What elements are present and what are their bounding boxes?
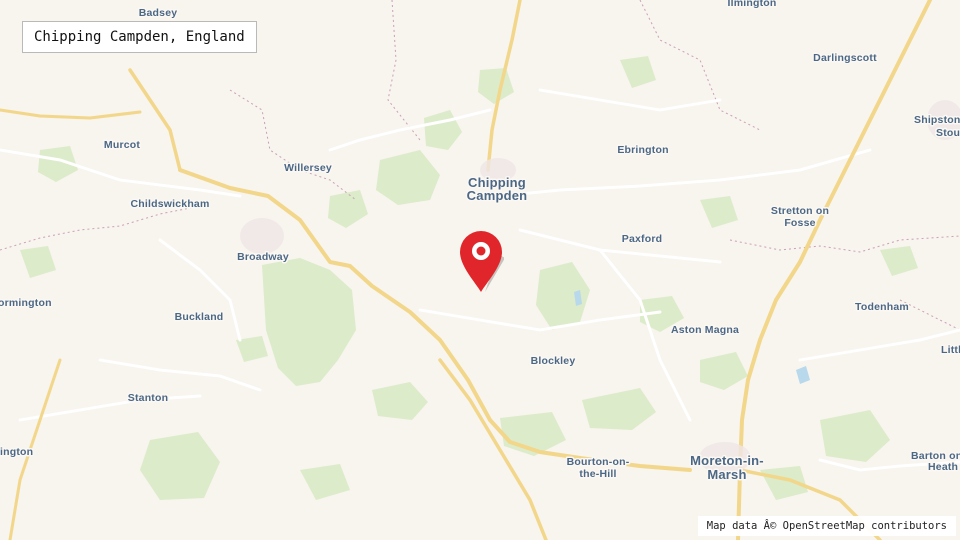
place-label-moreton-in-marsh: Moreton-in-: [690, 453, 764, 468]
map-pin-icon[interactable]: [458, 230, 504, 294]
place-label-stretton-on-fosse: Stretton on: [771, 205, 829, 217]
place-label-ormington: ormington: [0, 297, 52, 309]
place-label-bourton-on-the-hill-line2: the-Hill: [579, 468, 616, 480]
place-label-broadway: Broadway: [237, 251, 289, 263]
place-label-badsey: Badsey: [139, 7, 178, 19]
place-label-barton-on-heath-line2: Heath: [928, 461, 958, 473]
place-label-childswickham: Childswickham: [130, 198, 209, 210]
place-label-todenham: Todenham: [855, 301, 909, 313]
place-label-stretton-on-fosse-line2: Fosse: [784, 217, 815, 229]
map-canvas[interactable]: Badsey Ilmington Darlingscott Shipston- …: [0, 0, 960, 540]
place-label-blockley: Blockley: [531, 355, 576, 367]
map-pin-center: [476, 246, 486, 256]
place-label-bourton-on-the-hill: Bourton-on-: [567, 456, 630, 468]
place-label-darlingscott: Darlingscott: [813, 52, 877, 64]
place-label-moreton-in-marsh-line2: Marsh: [707, 467, 746, 482]
place-label-shipston: Shipston-: [914, 114, 960, 126]
place-label-aston-magna: Aston Magna: [671, 324, 739, 336]
location-search-text: Chipping Campden, England: [34, 29, 245, 45]
place-label-shipston-line2: Stour: [936, 127, 960, 139]
place-label-stanton: Stanton: [128, 392, 168, 404]
place-label-willersey: Willersey: [284, 162, 332, 174]
place-label-chipping-campden-line2: Campden: [467, 188, 528, 203]
place-label-ington: ington: [0, 446, 33, 458]
place-label-buckland: Buckland: [175, 311, 224, 323]
attribution-text: Map data Â© OpenStreetMap contributors: [706, 520, 947, 532]
place-label-little: Littl: [941, 344, 960, 356]
place-label-ilmington: Ilmington: [727, 0, 776, 9]
map-attribution: Map data Â© OpenStreetMap contributors: [697, 516, 956, 536]
map-pin-body: [460, 231, 502, 292]
place-label-ebrington: Ebrington: [617, 144, 668, 156]
place-label-murcot: Murcot: [104, 139, 140, 151]
location-search-box[interactable]: Chipping Campden, England: [22, 21, 257, 53]
place-label-paxford: Paxford: [622, 233, 663, 245]
urban-area: [240, 218, 284, 254]
